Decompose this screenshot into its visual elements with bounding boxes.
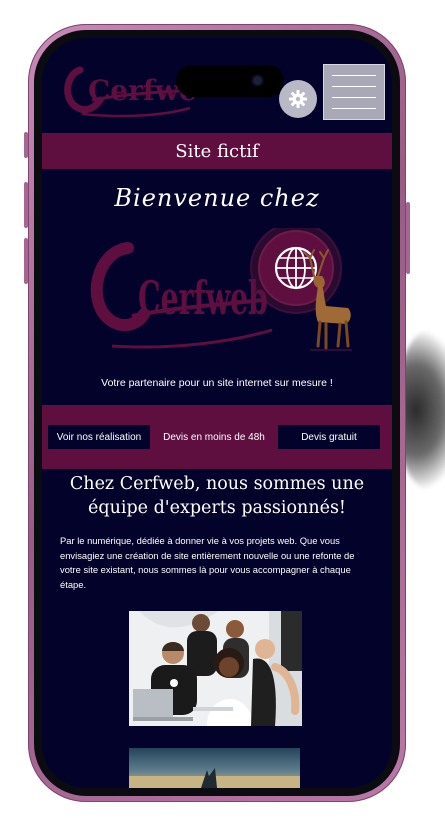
site-title-banner: Site fictif [42, 133, 392, 169]
screenshot-stage: Cerfweb [0, 0, 445, 818]
camera-icon [253, 76, 262, 85]
phone-power-button [406, 202, 410, 274]
gear-icon [289, 90, 307, 108]
about-headline: Chez Cerfweb, nous sommes une équipe d'e… [69, 474, 365, 518]
phone-screen: Cerfweb [42, 38, 392, 788]
phone-volume-down-button [24, 238, 28, 284]
about-intro: Par le numérique, dédiée à donner vie à … [60, 535, 355, 590]
hamburger-menu-icon [332, 75, 376, 76]
sky-photo [129, 748, 300, 788]
hero-tagline: Votre partenaire pour un site internet s… [101, 377, 333, 389]
settings-button[interactable] [279, 80, 317, 118]
welcome-heading: Bienvenue chez [114, 184, 320, 212]
dynamic-island [176, 65, 284, 97]
hamburger-menu-button[interactable] [323, 64, 385, 120]
free-quote-button[interactable]: Devis gratuit [278, 425, 380, 449]
phone-frame: Cerfweb [24, 24, 410, 802]
site-title: Site fictif [175, 140, 259, 162]
phone-mute-button [24, 132, 28, 158]
hero-logo: Cerfweb [90, 228, 352, 351]
site-logo[interactable]: Cerfweb [62, 56, 197, 126]
phone-volume-up-button [24, 182, 28, 228]
view-portfolio-button[interactable]: Voir nos réalisation [48, 425, 150, 449]
team-photo [129, 611, 302, 726]
hero-logo-text: Cerfweb [138, 271, 268, 325]
quick-quote-button[interactable]: Devis en moins de 48h [157, 425, 271, 449]
cta-band: Voir nos réalisation Devis en moins de 4… [42, 405, 392, 469]
